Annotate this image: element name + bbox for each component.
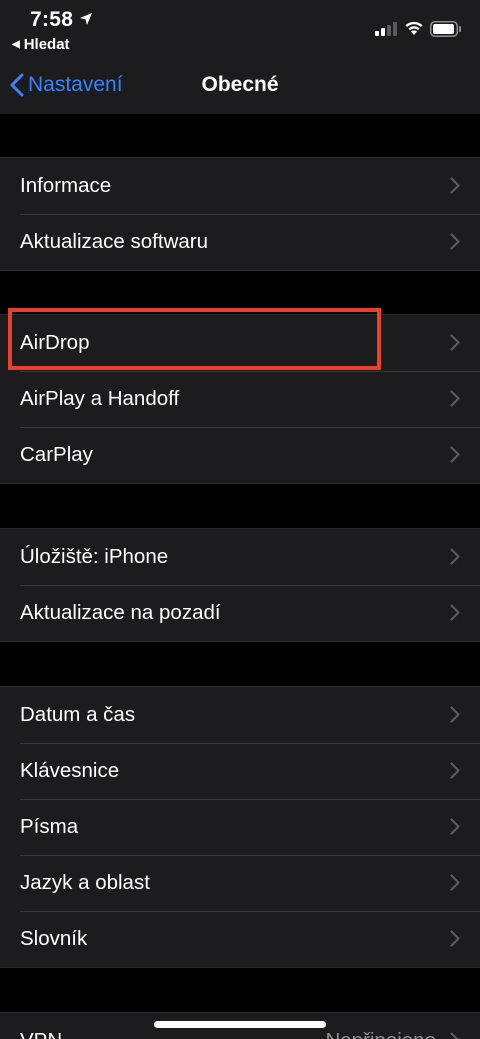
- row-label: CarPlay: [20, 443, 93, 466]
- row-label: Klávesnice: [20, 759, 120, 782]
- status-time: 7:58: [30, 8, 74, 31]
- row-label: Aktualizace softwaru: [20, 230, 209, 253]
- settings-general-screen: 7:58 ◀ Hledat Nastavení Obecné Informace…: [0, 0, 480, 1039]
- back-to-app-label: Hledat: [23, 36, 70, 53]
- settings-row-carplay[interactable]: CarPlay: [0, 427, 480, 483]
- chevron-right-icon: [450, 334, 460, 351]
- row-label: Datum a čas: [20, 703, 136, 726]
- row-label: Úložiště: iPhone: [20, 545, 169, 568]
- chevron-right-icon: [450, 874, 460, 891]
- settings-group: Úložiště: iPhone Aktualizace na pozadí: [0, 528, 480, 642]
- home-indicator[interactable]: [154, 1021, 326, 1028]
- settings-row-dictionary[interactable]: Slovník: [0, 911, 480, 967]
- battery-icon: [430, 21, 461, 37]
- chevron-right-icon: [450, 548, 460, 565]
- airdrop-highlight-box: [8, 308, 381, 370]
- chevron-right-icon: [450, 706, 460, 723]
- settings-row-software-update[interactable]: Aktualizace softwaru: [0, 214, 480, 270]
- back-to-app-link[interactable]: ◀ Hledat: [12, 36, 70, 53]
- location-arrow-icon: [80, 13, 92, 25]
- chevron-right-icon: [450, 446, 460, 463]
- row-label: Písma: [20, 815, 79, 838]
- settings-row-airplay-handoff[interactable]: AirPlay a Handoff: [0, 371, 480, 427]
- settings-row-informace[interactable]: Informace: [0, 158, 480, 214]
- settings-row-date-time[interactable]: Datum a čas: [0, 687, 480, 743]
- chevron-right-icon: [450, 177, 460, 194]
- row-label: VPN: [20, 1029, 62, 1039]
- row-label: Aktualizace na pozadí: [20, 601, 221, 624]
- row-label: Slovník: [20, 927, 88, 950]
- chevron-right-icon: [450, 762, 460, 779]
- chevron-right-icon: [450, 818, 460, 835]
- row-label: Jazyk a oblast: [20, 871, 150, 894]
- page-title: Obecné: [201, 73, 279, 96]
- settings-row-language-region[interactable]: Jazyk a oblast: [0, 855, 480, 911]
- chevron-right-icon: [450, 233, 460, 250]
- vpn-status-value: Nepřipojeno: [325, 1029, 436, 1039]
- back-triangle-icon: ◀: [12, 39, 20, 50]
- status-bar: 7:58 ◀ Hledat: [0, 0, 480, 60]
- wifi-icon: [405, 21, 423, 35]
- chevron-right-icon: [450, 1032, 459, 1039]
- settings-group: Informace Aktualizace softwaru: [0, 157, 480, 271]
- settings-row-storage[interactable]: Úložiště: iPhone: [0, 529, 480, 585]
- cellular-signal-icon: [375, 22, 397, 36]
- chevron-right-icon: [450, 930, 460, 947]
- chevron-right-icon: [450, 604, 460, 621]
- settings-row-background-refresh[interactable]: Aktualizace na pozadí: [0, 585, 480, 641]
- settings-group: Datum a čas Klávesnice Písma Jazyk a obl…: [0, 686, 480, 968]
- navigation-bar: Nastavení Obecné: [0, 60, 480, 114]
- chevron-right-icon: [450, 390, 460, 407]
- settings-row-fonts[interactable]: Písma: [0, 799, 480, 855]
- settings-row-keyboard[interactable]: Klávesnice: [0, 743, 480, 799]
- row-label: AirPlay a Handoff: [20, 387, 180, 410]
- row-label: Informace: [20, 174, 112, 197]
